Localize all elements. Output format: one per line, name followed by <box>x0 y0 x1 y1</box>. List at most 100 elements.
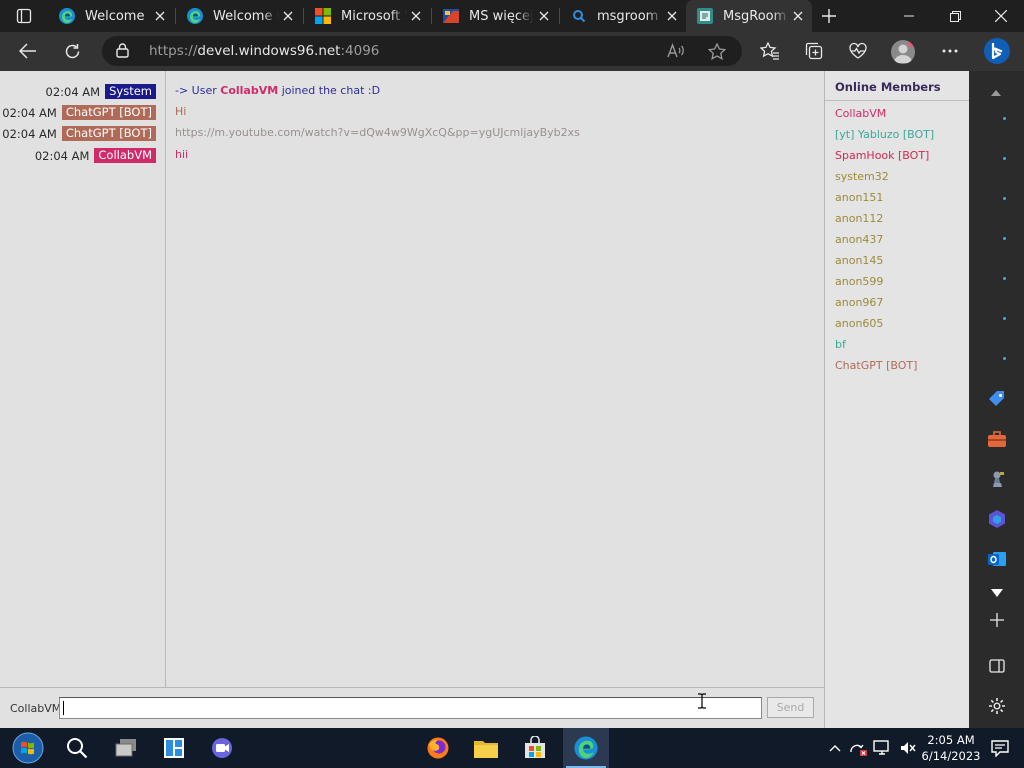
edge-icon <box>574 736 598 760</box>
microsoft-365-icon[interactable] <box>983 505 1011 533</box>
minimize-icon <box>904 15 914 17</box>
microsoft-store-button[interactable] <box>515 728 555 768</box>
url-host: devel.windows96.net <box>197 43 341 59</box>
url-scheme: https:// <box>149 43 198 59</box>
scroll-down-icon[interactable] <box>991 582 1003 601</box>
nickname-label[interactable]: CollabVM <box>10 702 61 715</box>
tab-welcome-1[interactable]: Welcome <box>48 0 174 32</box>
close-tab-icon[interactable] <box>152 8 168 24</box>
volume-muted-tray-icon[interactable] <box>898 738 918 758</box>
message-link[interactable]: https://m.youtube.com/watch?v=dQw4w9WgXc… <box>175 126 580 139</box>
scroll-up-icon[interactable] <box>991 81 1001 100</box>
edge-taskbar-button[interactable] <box>563 728 609 768</box>
member-item[interactable]: anon599 <box>835 275 883 288</box>
member-item[interactable]: anon151 <box>835 191 883 204</box>
hide-sidebar-button[interactable] <box>983 652 1011 680</box>
notification-center-button[interactable] <box>990 738 1010 758</box>
favorites-icon <box>760 42 779 60</box>
author-badge-collabvm: CollabVM <box>94 148 156 163</box>
task-view-button[interactable] <box>106 728 146 768</box>
minimize-button[interactable] <box>886 0 932 32</box>
member-item[interactable]: anon145 <box>835 254 883 267</box>
member-item[interactable]: anon967 <box>835 296 883 309</box>
member-item[interactable]: [yt] Yabluzo [BOT] <box>835 128 934 141</box>
bing-copilot-button[interactable] <box>980 34 1014 68</box>
restore-button[interactable] <box>932 0 978 32</box>
url-text[interactable]: https://devel.windows96.net:4096 <box>149 43 379 59</box>
tab-title: msgroom - <box>597 8 663 24</box>
shopping-tag-icon[interactable] <box>983 385 1011 413</box>
network-sync-tray-icon[interactable] <box>848 738 868 758</box>
sidebar-panel-icon <box>989 659 1005 673</box>
sidebar-settings-button[interactable] <box>983 692 1011 720</box>
member-item[interactable]: anon605 <box>835 317 883 330</box>
outlook-icon[interactable] <box>983 545 1011 573</box>
taskbar-clock[interactable]: 2:05 AM 6/14/2023 <box>920 732 982 764</box>
sidebar-indicator-dot <box>1003 237 1006 240</box>
close-tab-icon[interactable] <box>408 8 424 24</box>
tab-actions-button[interactable] <box>8 6 40 26</box>
tab-msgroom-active[interactable]: MsgRoom - <box>686 0 812 32</box>
tab-welcome-2[interactable]: Welcome to <box>176 0 302 32</box>
browser-essentials-button[interactable] <box>843 37 873 65</box>
close-tab-icon[interactable] <box>664 8 680 24</box>
collections-button[interactable] <box>799 37 829 65</box>
close-window-button[interactable] <box>978 0 1024 32</box>
close-tab-icon[interactable] <box>790 8 806 24</box>
address-bar[interactable]: https://devel.windows96.net:4096 <box>102 36 742 66</box>
widgets-button[interactable] <box>154 728 194 768</box>
close-tab-icon[interactable] <box>280 8 296 24</box>
firefox-button[interactable] <box>418 728 458 768</box>
games-chess-icon[interactable] <box>983 465 1011 493</box>
message-input[interactable] <box>59 697 762 719</box>
read-aloud-button[interactable] <box>665 41 687 61</box>
show-hidden-icons-button[interactable] <box>825 738 845 758</box>
notification-icon <box>991 740 1009 757</box>
search-icon <box>570 7 588 25</box>
sidebar-indicator-dot <box>1003 197 1006 200</box>
windows-taskbar: 2:05 AM 6/14/2023 <box>0 728 1024 768</box>
message-log[interactable]: 02:04 AM System -> User CollabVM joined … <box>0 71 824 687</box>
start-button[interactable] <box>6 728 50 768</box>
settings-more-button[interactable] <box>935 37 965 65</box>
member-item[interactable]: anon437 <box>835 233 883 246</box>
tab-title: Welcome to <box>213 8 279 24</box>
message-time: 02:04 AM <box>45 84 101 99</box>
refresh-button[interactable] <box>57 37 87 65</box>
tab-ms-wiecej[interactable]: MS więcej n <box>432 0 558 32</box>
back-button[interactable] <box>13 37 43 65</box>
system-prefix: -> User <box>175 84 221 97</box>
tab-msgroom-search[interactable]: msgroom - <box>560 0 686 32</box>
member-item[interactable]: anon112 <box>835 212 883 225</box>
member-item[interactable]: system32 <box>835 170 889 183</box>
collections-icon <box>805 42 823 60</box>
favorites-button[interactable] <box>755 37 785 65</box>
send-button[interactable]: Send <box>767 697 814 718</box>
new-tab-button[interactable] <box>818 6 840 26</box>
profile-avatar[interactable] <box>891 40 915 64</box>
message-text: hii <box>175 148 189 161</box>
lock-icon[interactable] <box>116 43 129 62</box>
tools-briefcase-icon[interactable] <box>983 425 1011 453</box>
msgroom-page: 02:04 AM System -> User CollabVM joined … <box>0 71 969 728</box>
member-item[interactable]: bf <box>835 338 846 351</box>
member-item[interactable]: ChatGPT [BOT] <box>835 359 917 372</box>
favorite-star-button[interactable] <box>706 41 728 61</box>
search-icon <box>67 738 88 759</box>
close-tab-icon[interactable] <box>536 8 552 24</box>
member-item[interactable]: CollabVM <box>835 107 886 120</box>
add-sidebar-app-button[interactable] <box>983 606 1011 634</box>
message-time: 02:04 AM <box>34 148 90 163</box>
network-monitor-tray-icon[interactable] <box>872 738 892 758</box>
teams-chat-icon <box>212 738 232 758</box>
tab-microsoft-store[interactable]: Microsoft St <box>304 0 430 32</box>
teams-chat-button[interactable] <box>202 728 242 768</box>
sidebar-indicator-dot <box>1003 117 1006 120</box>
file-explorer-button[interactable] <box>466 728 506 768</box>
member-item[interactable]: SpamHook [BOT] <box>835 149 929 162</box>
ms-flag-icon <box>442 7 460 25</box>
edge-icon <box>186 7 204 25</box>
taskbar-search-button[interactable] <box>57 728 97 768</box>
tab-title: MsgRoom - <box>723 8 789 24</box>
tab-strip: Welcome Welcome to Microsoft St MS więce… <box>0 0 1024 32</box>
